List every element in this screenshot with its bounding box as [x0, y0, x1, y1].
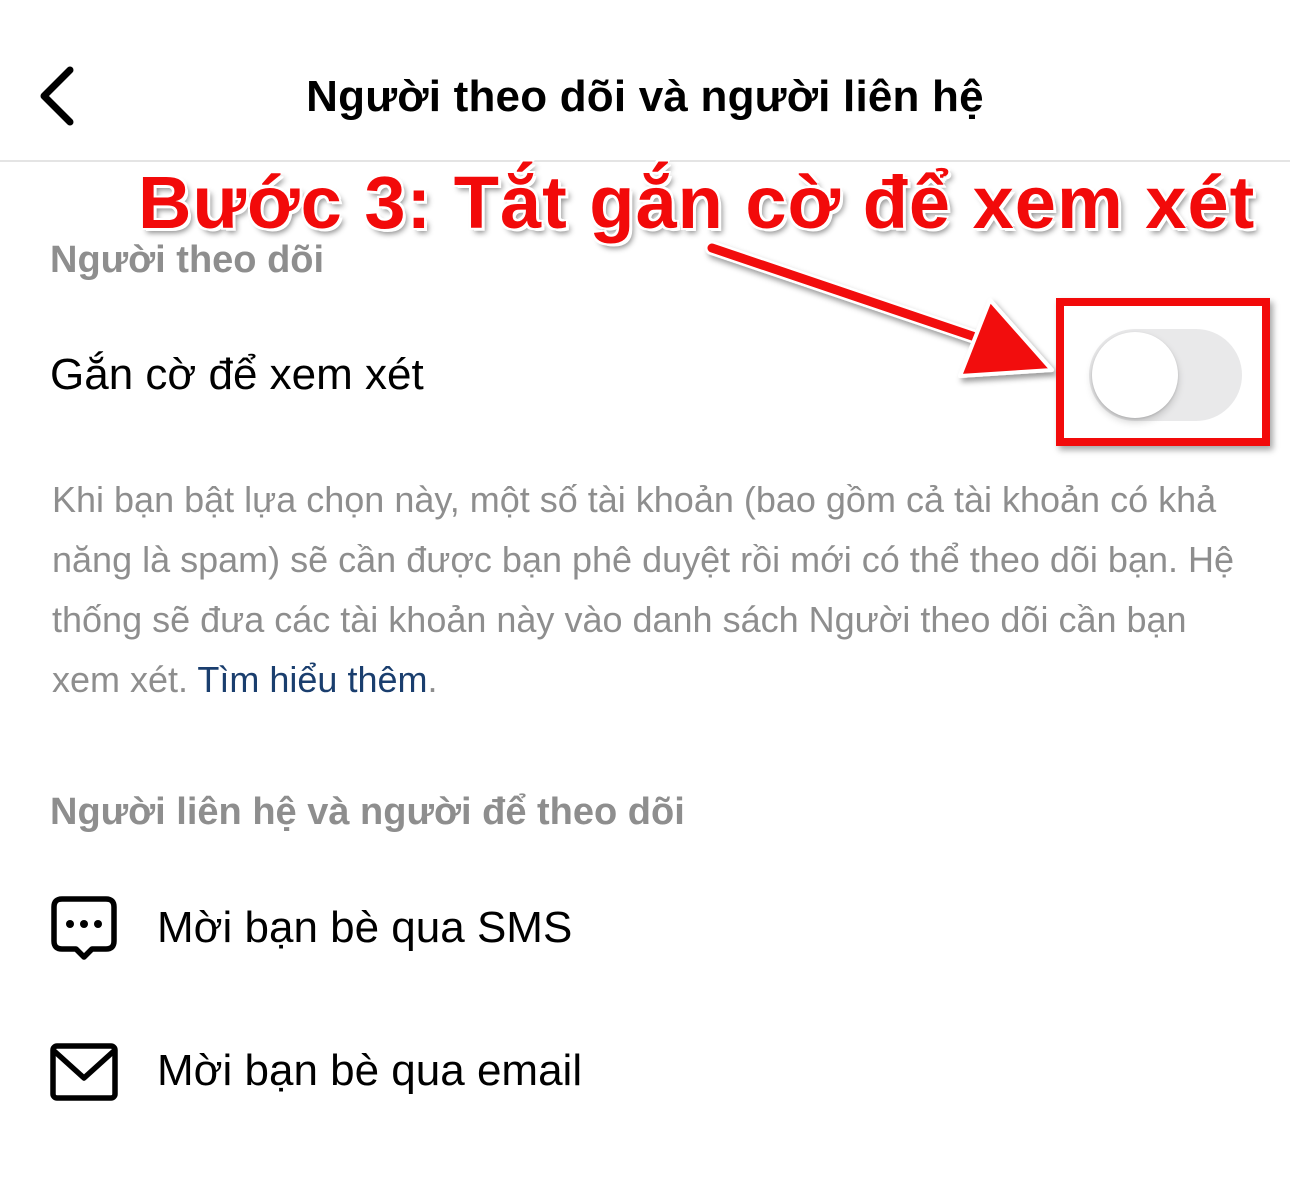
message-bubble-icon: [51, 896, 117, 960]
invite-email-label: Mời bạn bè qua email: [157, 1046, 583, 1095]
annotation-step-text: Bước 3: Tắt gắn cờ để xem xét: [138, 161, 1256, 244]
invite-sms-label: Mời bạn bè qua SMS: [157, 903, 573, 952]
description-period: .: [427, 659, 438, 700]
learn-more-link[interactable]: Tìm hiểu thêm: [197, 659, 427, 700]
header-bar: Người theo dõi và người liên hệ: [0, 0, 1290, 162]
section-heading-contacts: Người liên hệ và người để theo dõi: [50, 791, 685, 833]
mail-icon: [50, 1043, 118, 1101]
flag-description: Khi bạn bật lựa chọn này, một số tài kho…: [52, 470, 1252, 710]
annotation-highlight-box: [1056, 298, 1270, 446]
page-title: Người theo dõi và người liên hệ: [306, 72, 984, 121]
flag-for-review-label: Gắn cờ để xem xét: [50, 350, 424, 399]
